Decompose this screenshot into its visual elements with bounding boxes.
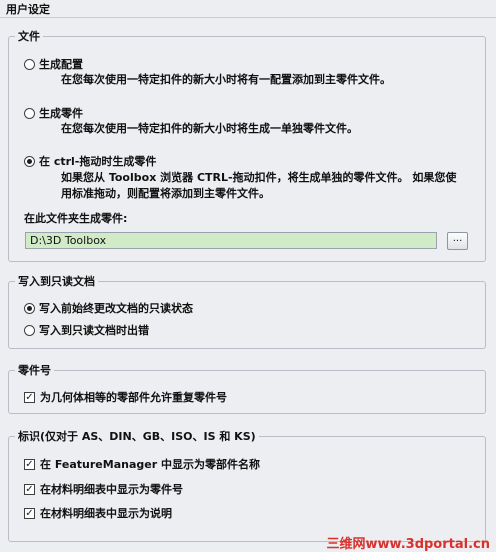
readonly-error-radio[interactable] <box>24 324 35 336</box>
ctrl-drag-radio[interactable] <box>24 155 35 167</box>
ctrl-drag-desc-line2: 用标准拖动，则配置将添加到主零件文件。 <box>61 187 270 200</box>
mark-group: 标识(仅对于 AS、DIN、GB、ISO、IS 和 KS) ✓ 在 Featur… <box>8 428 486 542</box>
ctrl-drag-option[interactable]: 在 ctrl-拖动时生成零件 <box>24 153 156 169</box>
show-as-part-number-label: 在材料明细表中显示为零件号 <box>40 483 183 496</box>
ctrl-drag-label: 在 ctrl-拖动时生成零件 <box>39 155 157 168</box>
change-readonly-option[interactable]: 写入前始终更改文档的只读状态 <box>24 300 193 316</box>
create-config-radio[interactable] <box>24 58 35 70</box>
show-as-description-option[interactable]: ✓ 在材料明细表中显示为说明 <box>24 505 172 521</box>
change-readonly-radio[interactable] <box>24 302 35 314</box>
duplicate-part-number-checkbox[interactable]: ✓ <box>24 391 35 403</box>
readonly-group: 写入到只读文档 写入前始终更改文档的只读状态 写入到只读文档时出错 <box>8 273 486 349</box>
readonly-group-title: 写入到只读文档 <box>15 273 98 289</box>
file-group: 文件 生成配置 在您每次使用一特定扣件的新大小时将有一配置添加到主零件文件。 生… <box>8 28 486 262</box>
ctrl-drag-desc-line1: 如果您从 Toolbox 浏览器 CTRL-拖动扣件，将生成单独的零件文件。 如… <box>61 171 457 184</box>
show-as-description-checkbox[interactable]: ✓ <box>24 507 35 519</box>
change-readonly-label: 写入前始终更改文档的只读状态 <box>39 302 193 315</box>
mark-group-title: 标识(仅对于 AS、DIN、GB、ISO、IS 和 KS) <box>15 428 259 444</box>
show-as-component-name-option[interactable]: ✓ 在 FeatureManager 中显示为零部件名称 <box>24 456 260 472</box>
page-title: 用户设定 <box>6 3 50 16</box>
show-as-part-number-option[interactable]: ✓ 在材料明细表中显示为零件号 <box>24 481 183 497</box>
browse-button[interactable]: ... <box>447 232 468 250</box>
folder-label: 在此文件夹生成零件: <box>24 212 128 225</box>
watermark-logo: 三维网www.3dportal.cn <box>326 537 490 552</box>
title-divider <box>0 17 496 18</box>
create-config-desc: 在您每次使用一特定扣件的新大小时将有一配置添加到主零件文件。 <box>61 73 391 86</box>
folder-path-input[interactable]: D:\3D Toolbox <box>25 232 437 249</box>
part-number-group: 零件号 ✓ 为几何体相等的零部件允许重复零件号 <box>8 362 486 414</box>
create-part-radio[interactable] <box>24 107 35 119</box>
readonly-error-option[interactable]: 写入到只读文档时出错 <box>24 322 149 338</box>
show-as-component-name-label: 在 FeatureManager 中显示为零部件名称 <box>40 458 260 471</box>
readonly-error-label: 写入到只读文档时出错 <box>39 324 149 337</box>
duplicate-part-number-label: 为几何体相等的零部件允许重复零件号 <box>40 391 227 404</box>
show-as-description-label: 在材料明细表中显示为说明 <box>40 507 172 520</box>
file-group-title: 文件 <box>15 28 43 44</box>
create-config-label: 生成配置 <box>39 58 83 71</box>
create-part-desc: 在您每次使用一特定扣件的新大小时将生成一单独零件文件。 <box>61 122 358 135</box>
show-as-part-number-checkbox[interactable]: ✓ <box>24 483 35 495</box>
duplicate-part-number-option[interactable]: ✓ 为几何体相等的零部件允许重复零件号 <box>24 389 227 405</box>
show-as-component-name-checkbox[interactable]: ✓ <box>24 458 35 470</box>
create-part-label: 生成零件 <box>39 107 83 120</box>
create-part-option[interactable]: 生成零件 <box>24 105 83 121</box>
create-config-option[interactable]: 生成配置 <box>24 56 83 72</box>
part-number-group-title: 零件号 <box>15 362 54 378</box>
